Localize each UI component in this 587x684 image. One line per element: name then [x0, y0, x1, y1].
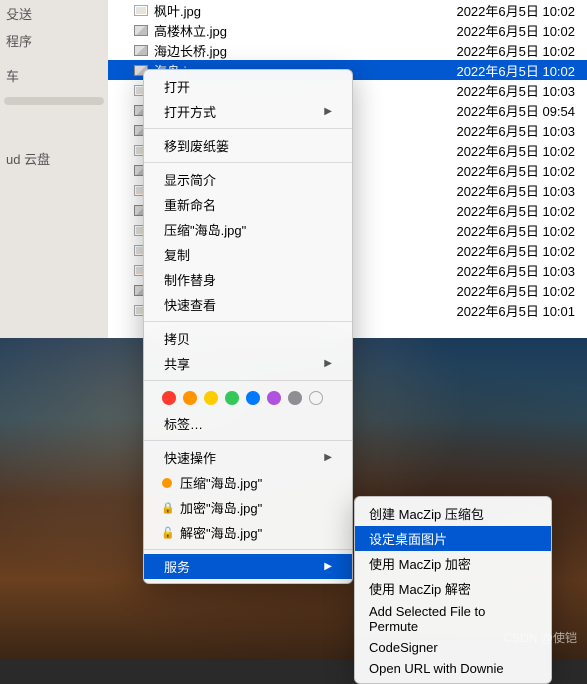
tags-row	[144, 385, 352, 411]
context-menu: 打开 打开方式▶ 移到废纸篓 显示简介 重新命名 压缩"海岛.jpg" 复制 制…	[143, 69, 353, 584]
menu-qa-decrypt[interactable]: 🔓解密"海岛.jpg"	[144, 520, 352, 545]
chevron-right-icon: ▶	[324, 358, 332, 369]
file-date: 2022年6月5日 10:02	[423, 281, 583, 300]
menu-move-to-trash[interactable]: 移到废纸篓	[144, 133, 352, 158]
sidebar-item[interactable]	[0, 89, 108, 97]
menu-quick-actions[interactable]: 快速操作▶	[144, 445, 352, 470]
menu-qa-compress[interactable]: 压缩"海岛.jpg"	[144, 470, 352, 495]
lock-icon: 🔒	[161, 501, 175, 514]
menu-separator	[144, 380, 352, 381]
menu-separator	[144, 321, 352, 322]
image-file-icon	[134, 25, 148, 36]
menu-get-info[interactable]: 显示简介	[144, 167, 352, 192]
file-row[interactable]: 枫叶.jpg2022年6月5日 10:02	[108, 0, 587, 20]
file-name: 海边长桥.jpg	[148, 41, 423, 60]
file-date: 2022年6月5日 10:02	[423, 221, 583, 240]
file-date: 2022年6月5日 10:03	[423, 261, 583, 280]
menu-separator	[144, 549, 352, 550]
file-date: 2022年6月5日 10:02	[423, 61, 583, 80]
file-date: 2022年6月5日 10:03	[423, 181, 583, 200]
submenu-item[interactable]: 使用 MacZip 加密	[355, 551, 551, 576]
menu-duplicate[interactable]: 复制	[144, 242, 352, 267]
file-name: 高楼林立.jpg	[148, 21, 423, 40]
file-date: 2022年6月5日 10:02	[423, 241, 583, 260]
dot-icon	[162, 478, 172, 488]
menu-separator	[144, 128, 352, 129]
file-date: 2022年6月5日 10:02	[423, 41, 583, 60]
menu-tags[interactable]: 标签…	[144, 411, 352, 436]
tag-color-circle[interactable]	[162, 391, 176, 405]
chevron-right-icon: ▶	[324, 561, 332, 572]
sidebar-item-selected[interactable]	[4, 97, 104, 105]
tag-color-circle[interactable]	[204, 391, 218, 405]
sidebar-item[interactable]	[0, 54, 108, 62]
file-date: 2022年6月5日 10:02	[423, 21, 583, 40]
submenu-item[interactable]: Open URL with Downie	[355, 658, 551, 679]
sidebar-item[interactable]: 车	[0, 62, 108, 89]
file-date: 2022年6月5日 10:02	[423, 201, 583, 220]
chevron-right-icon: ▶	[324, 106, 332, 117]
file-date: 2022年6月5日 10:01	[423, 301, 583, 320]
file-date: 2022年6月5日 10:02	[423, 161, 583, 180]
file-name: 枫叶.jpg	[148, 1, 423, 20]
chevron-right-icon: ▶	[324, 452, 332, 463]
menu-open-with[interactable]: 打开方式▶	[144, 99, 352, 124]
sidebar: 殳送 程序 车 ud 云盘	[0, 0, 108, 338]
sidebar-item[interactable]: 程序	[0, 27, 108, 54]
file-date: 2022年6月5日 10:03	[423, 121, 583, 140]
file-date: 2022年6月5日 10:02	[423, 1, 583, 20]
file-date: 2022年6月5日 10:02	[423, 141, 583, 160]
menu-rename[interactable]: 重新命名	[144, 192, 352, 217]
submenu-item[interactable]: 创建 MacZip 压缩包	[355, 501, 551, 526]
menu-copy[interactable]: 拷贝	[144, 326, 352, 351]
tag-color-circle[interactable]	[267, 391, 281, 405]
sidebar-item[interactable]: 殳送	[0, 0, 108, 27]
tag-add-circle[interactable]	[309, 391, 323, 405]
menu-separator	[144, 162, 352, 163]
menu-share[interactable]: 共享▶	[144, 351, 352, 376]
file-date: 2022年6月5日 10:03	[423, 81, 583, 100]
tag-color-circle[interactable]	[246, 391, 260, 405]
watermark: CSDN @使铠	[503, 629, 577, 646]
file-row[interactable]: 海边长桥.jpg2022年6月5日 10:02	[108, 40, 587, 60]
menu-make-alias[interactable]: 制作替身	[144, 267, 352, 292]
menu-quick-look[interactable]: 快速查看	[144, 292, 352, 317]
file-date: 2022年6月5日 09:54	[423, 101, 583, 120]
submenu-item[interactable]: 使用 MacZip 解密	[355, 576, 551, 601]
menu-open[interactable]: 打开	[144, 74, 352, 99]
file-row[interactable]: 高楼林立.jpg2022年6月5日 10:02	[108, 20, 587, 40]
tag-color-circle[interactable]	[288, 391, 302, 405]
tag-color-circle[interactable]	[225, 391, 239, 405]
sidebar-item[interactable]: ud 云盘	[0, 145, 108, 172]
menu-services[interactable]: 服务▶	[144, 554, 352, 579]
menu-compress[interactable]: 压缩"海岛.jpg"	[144, 217, 352, 242]
tag-color-circle[interactable]	[183, 391, 197, 405]
submenu-item[interactable]: 设定桌面图片	[355, 526, 551, 551]
image-file-icon	[134, 45, 148, 56]
menu-qa-encrypt[interactable]: 🔒加密"海岛.jpg"	[144, 495, 352, 520]
services-submenu: 创建 MacZip 压缩包设定桌面图片使用 MacZip 加密使用 MacZip…	[354, 496, 552, 684]
unlock-icon: 🔓	[161, 526, 175, 539]
menu-separator	[144, 440, 352, 441]
jpeg-file-icon	[134, 5, 148, 16]
